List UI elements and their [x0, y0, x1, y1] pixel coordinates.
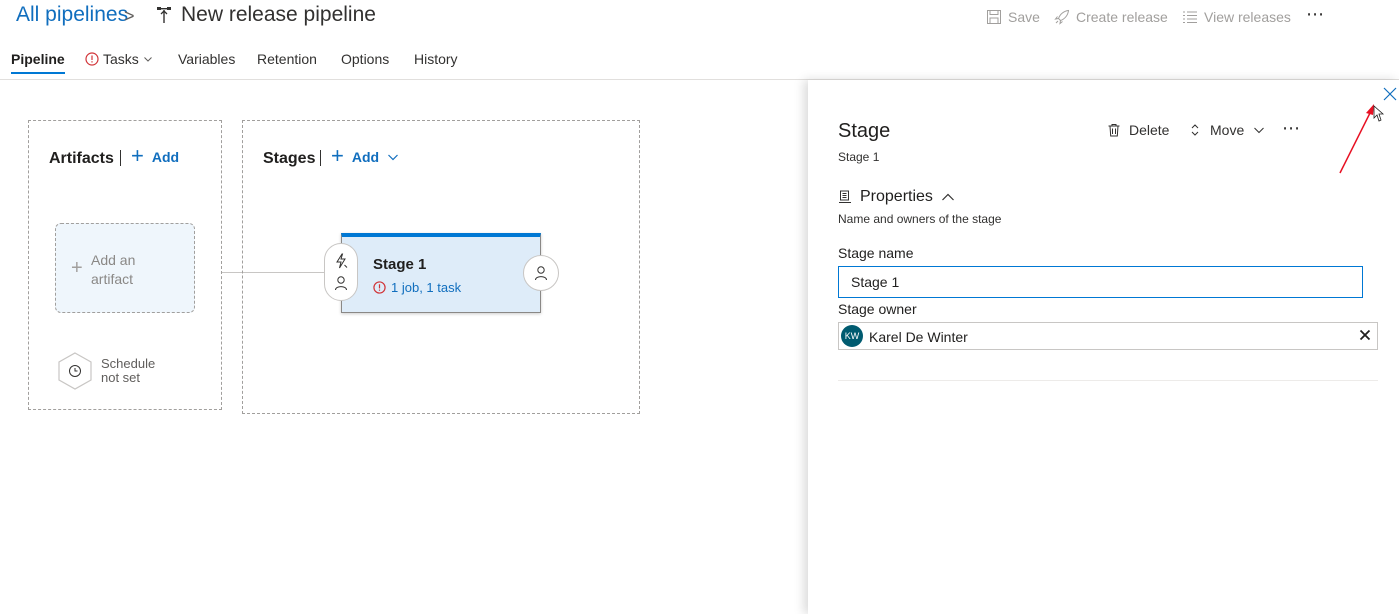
plus-icon: + — [71, 257, 83, 279]
tab-options-label: Options — [341, 51, 390, 67]
tab-tasks[interactable]: Tasks — [85, 51, 153, 67]
schedule-status: Schedule not set — [101, 356, 156, 385]
panel-more-button[interactable]: ⋯ — [1282, 118, 1301, 139]
tab-bar: Pipeline Tasks Variables Retention Optio… — [0, 44, 1399, 80]
warning-icon — [373, 281, 386, 294]
schedule-clock-icon[interactable] — [57, 352, 93, 390]
person-icon — [335, 276, 347, 291]
tab-variables[interactable]: Variables — [178, 51, 235, 67]
tab-tasks-label: Tasks — [103, 51, 139, 67]
tab-pipeline-label: Pipeline — [11, 51, 65, 67]
stage-card[interactable]: Stage 1 1 job, 1 task — [341, 233, 541, 313]
create-release-label: Create release — [1076, 9, 1168, 25]
stage-summary-label: 1 job, 1 task — [391, 280, 462, 295]
save-button[interactable]: Save — [986, 7, 1040, 27]
delete-label: Delete — [1129, 122, 1170, 138]
lightning-icon — [336, 253, 348, 269]
stage-owner-picker[interactable]: KW Karel De Winter — [838, 322, 1378, 350]
save-icon — [987, 10, 1001, 24]
more-actions-button[interactable]: ⋯ — [1306, 4, 1325, 25]
avatar: KW — [841, 325, 863, 347]
save-label: Save — [1008, 9, 1040, 25]
title-divider — [320, 150, 321, 166]
properties-toggle[interactable]: Properties — [838, 188, 955, 206]
add-stage-label: Add — [351, 149, 380, 165]
section-divider — [838, 380, 1378, 381]
post-deployment-conditions[interactable] — [523, 255, 559, 291]
stage-owner-label: Stage owner — [838, 301, 917, 317]
create-release-button[interactable]: Create release — [1054, 7, 1168, 27]
chevron-up-icon — [941, 193, 954, 201]
stage-name-input[interactable] — [838, 266, 1363, 298]
owner-name: Karel De Winter — [869, 329, 968, 345]
warning-icon — [85, 52, 99, 66]
tab-pipeline[interactable]: Pipeline — [11, 51, 65, 74]
chevron-down-icon — [143, 57, 152, 62]
chevron-down-icon — [388, 154, 399, 161]
close-icon[interactable] — [1382, 86, 1398, 102]
pre-deployment-conditions[interactable] — [324, 243, 358, 301]
move-stage-button[interactable]: Move — [1188, 122, 1266, 138]
breadcrumb-separator: > — [124, 6, 135, 26]
view-releases-label: View releases — [1204, 9, 1291, 25]
move-label: Move — [1210, 122, 1245, 138]
artifacts-title: Artifacts — [49, 150, 114, 167]
delete-stage-button[interactable]: Delete — [1107, 122, 1169, 138]
tab-retention[interactable]: Retention — [257, 51, 317, 67]
tab-history-label: History — [414, 51, 458, 67]
stage-details-panel: Stage Stage 1 Delete Move ⋯ Properties N… — [808, 80, 1399, 614]
properties-label: Properties — [860, 188, 933, 205]
rocket-icon — [1054, 9, 1070, 25]
up-down-icon — [1191, 124, 1199, 136]
breadcrumb-all-pipelines[interactable]: All pipelines — [16, 3, 128, 27]
add-artifact-text: Add an artifact — [91, 252, 136, 287]
release-pipeline-icon — [157, 7, 171, 23]
panel-title: Stage — [838, 120, 891, 142]
page-title: New release pipeline — [181, 3, 376, 26]
stage-card-name: Stage 1 — [373, 256, 427, 273]
person-icon — [535, 266, 547, 281]
tab-history[interactable]: History — [414, 51, 458, 67]
tab-options[interactable]: Options — [341, 51, 389, 67]
tab-variables-label: Variables — [178, 51, 236, 67]
properties-description: Name and owners of the stage — [838, 212, 1002, 226]
add-artifact-label: Add — [151, 149, 180, 165]
view-releases-button[interactable]: View releases — [1182, 7, 1291, 27]
tab-retention-label: Retention — [257, 51, 317, 67]
title-divider — [120, 150, 121, 166]
stage-card-summary[interactable]: 1 job, 1 task — [373, 280, 461, 295]
properties-icon — [839, 190, 851, 203]
panel-subtitle: Stage 1 — [838, 150, 880, 164]
stages-title: Stages — [263, 150, 316, 167]
list-icon — [1183, 11, 1197, 23]
add-artifact-placeholder[interactable]: + Add an artifact — [55, 223, 195, 313]
trash-icon — [1108, 124, 1120, 137]
add-stage-button[interactable]: + Add — [331, 142, 399, 168]
add-artifact-button[interactable]: + Add — [131, 142, 180, 168]
chevron-down-icon — [1254, 127, 1265, 134]
clear-owner-icon[interactable] — [1358, 328, 1372, 342]
plus-icon: + — [331, 142, 344, 168]
plus-icon: + — [131, 142, 144, 168]
stage-name-label: Stage name — [838, 245, 914, 261]
